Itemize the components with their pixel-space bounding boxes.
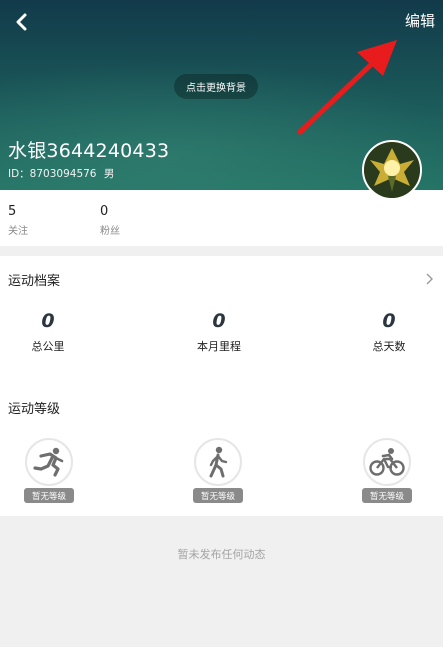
sport-level-title: 运动等级	[8, 402, 61, 417]
level-badge: 暂无等级	[193, 488, 243, 503]
metric-value: 0	[212, 310, 226, 332]
user-id: ID：8703094576	[8, 168, 97, 180]
metric-label: 本月里程	[197, 340, 241, 353]
gender-label: 男	[103, 168, 115, 180]
metric-value: 0	[41, 310, 55, 332]
level-walking[interactable]: 暂无等级	[193, 438, 245, 504]
user-id-row: ID：8703094576 男	[8, 166, 114, 181]
sport-profile-more[interactable]	[425, 270, 433, 289]
metric-total-km: 0 总公里	[8, 310, 88, 354]
level-running[interactable]: 暂无等级	[24, 438, 76, 504]
social-stats-panel: 5 关注 0 粉丝	[0, 190, 443, 246]
back-button[interactable]	[8, 8, 36, 36]
chevron-right-icon	[426, 273, 433, 285]
metric-label: 总天数	[372, 340, 406, 353]
avatar[interactable]	[362, 140, 422, 200]
level-badge: 暂无等级	[362, 488, 412, 503]
chevron-left-icon	[16, 13, 27, 31]
followers-label: 粉丝	[100, 226, 120, 237]
walking-icon	[209, 446, 228, 478]
edit-button[interactable]: 编辑	[405, 10, 435, 31]
following-stat[interactable]: 5 关注	[8, 204, 28, 237]
sport-panel: 运动档案 0 总公里 0 本月里程 0 总天数 运动等级 暂无等级 暂无等级 暂…	[0, 256, 443, 516]
metric-value: 0	[382, 310, 396, 332]
running-icon	[33, 447, 64, 477]
sport-profile-title[interactable]: 运动档案	[8, 270, 60, 289]
empty-feed-text: 暂未发布任何动态	[177, 548, 266, 561]
metric-total-days: 0 总天数	[349, 310, 429, 354]
cycling-icon	[369, 448, 405, 476]
following-count: 5	[8, 204, 17, 219]
followers-count: 0	[100, 204, 109, 219]
username: 水银3644240433	[8, 140, 170, 162]
metric-label: 总公里	[31, 340, 65, 353]
level-badge: 暂无等级	[24, 488, 74, 503]
level-cycling[interactable]: 暂无等级	[362, 438, 414, 504]
change-background-button[interactable]: 点击更换背景	[174, 74, 258, 99]
avatar-image	[364, 142, 420, 198]
following-label: 关注	[8, 226, 28, 237]
followers-stat[interactable]: 0 粉丝	[100, 204, 120, 237]
metric-month-distance: 0 本月里程	[179, 310, 259, 354]
